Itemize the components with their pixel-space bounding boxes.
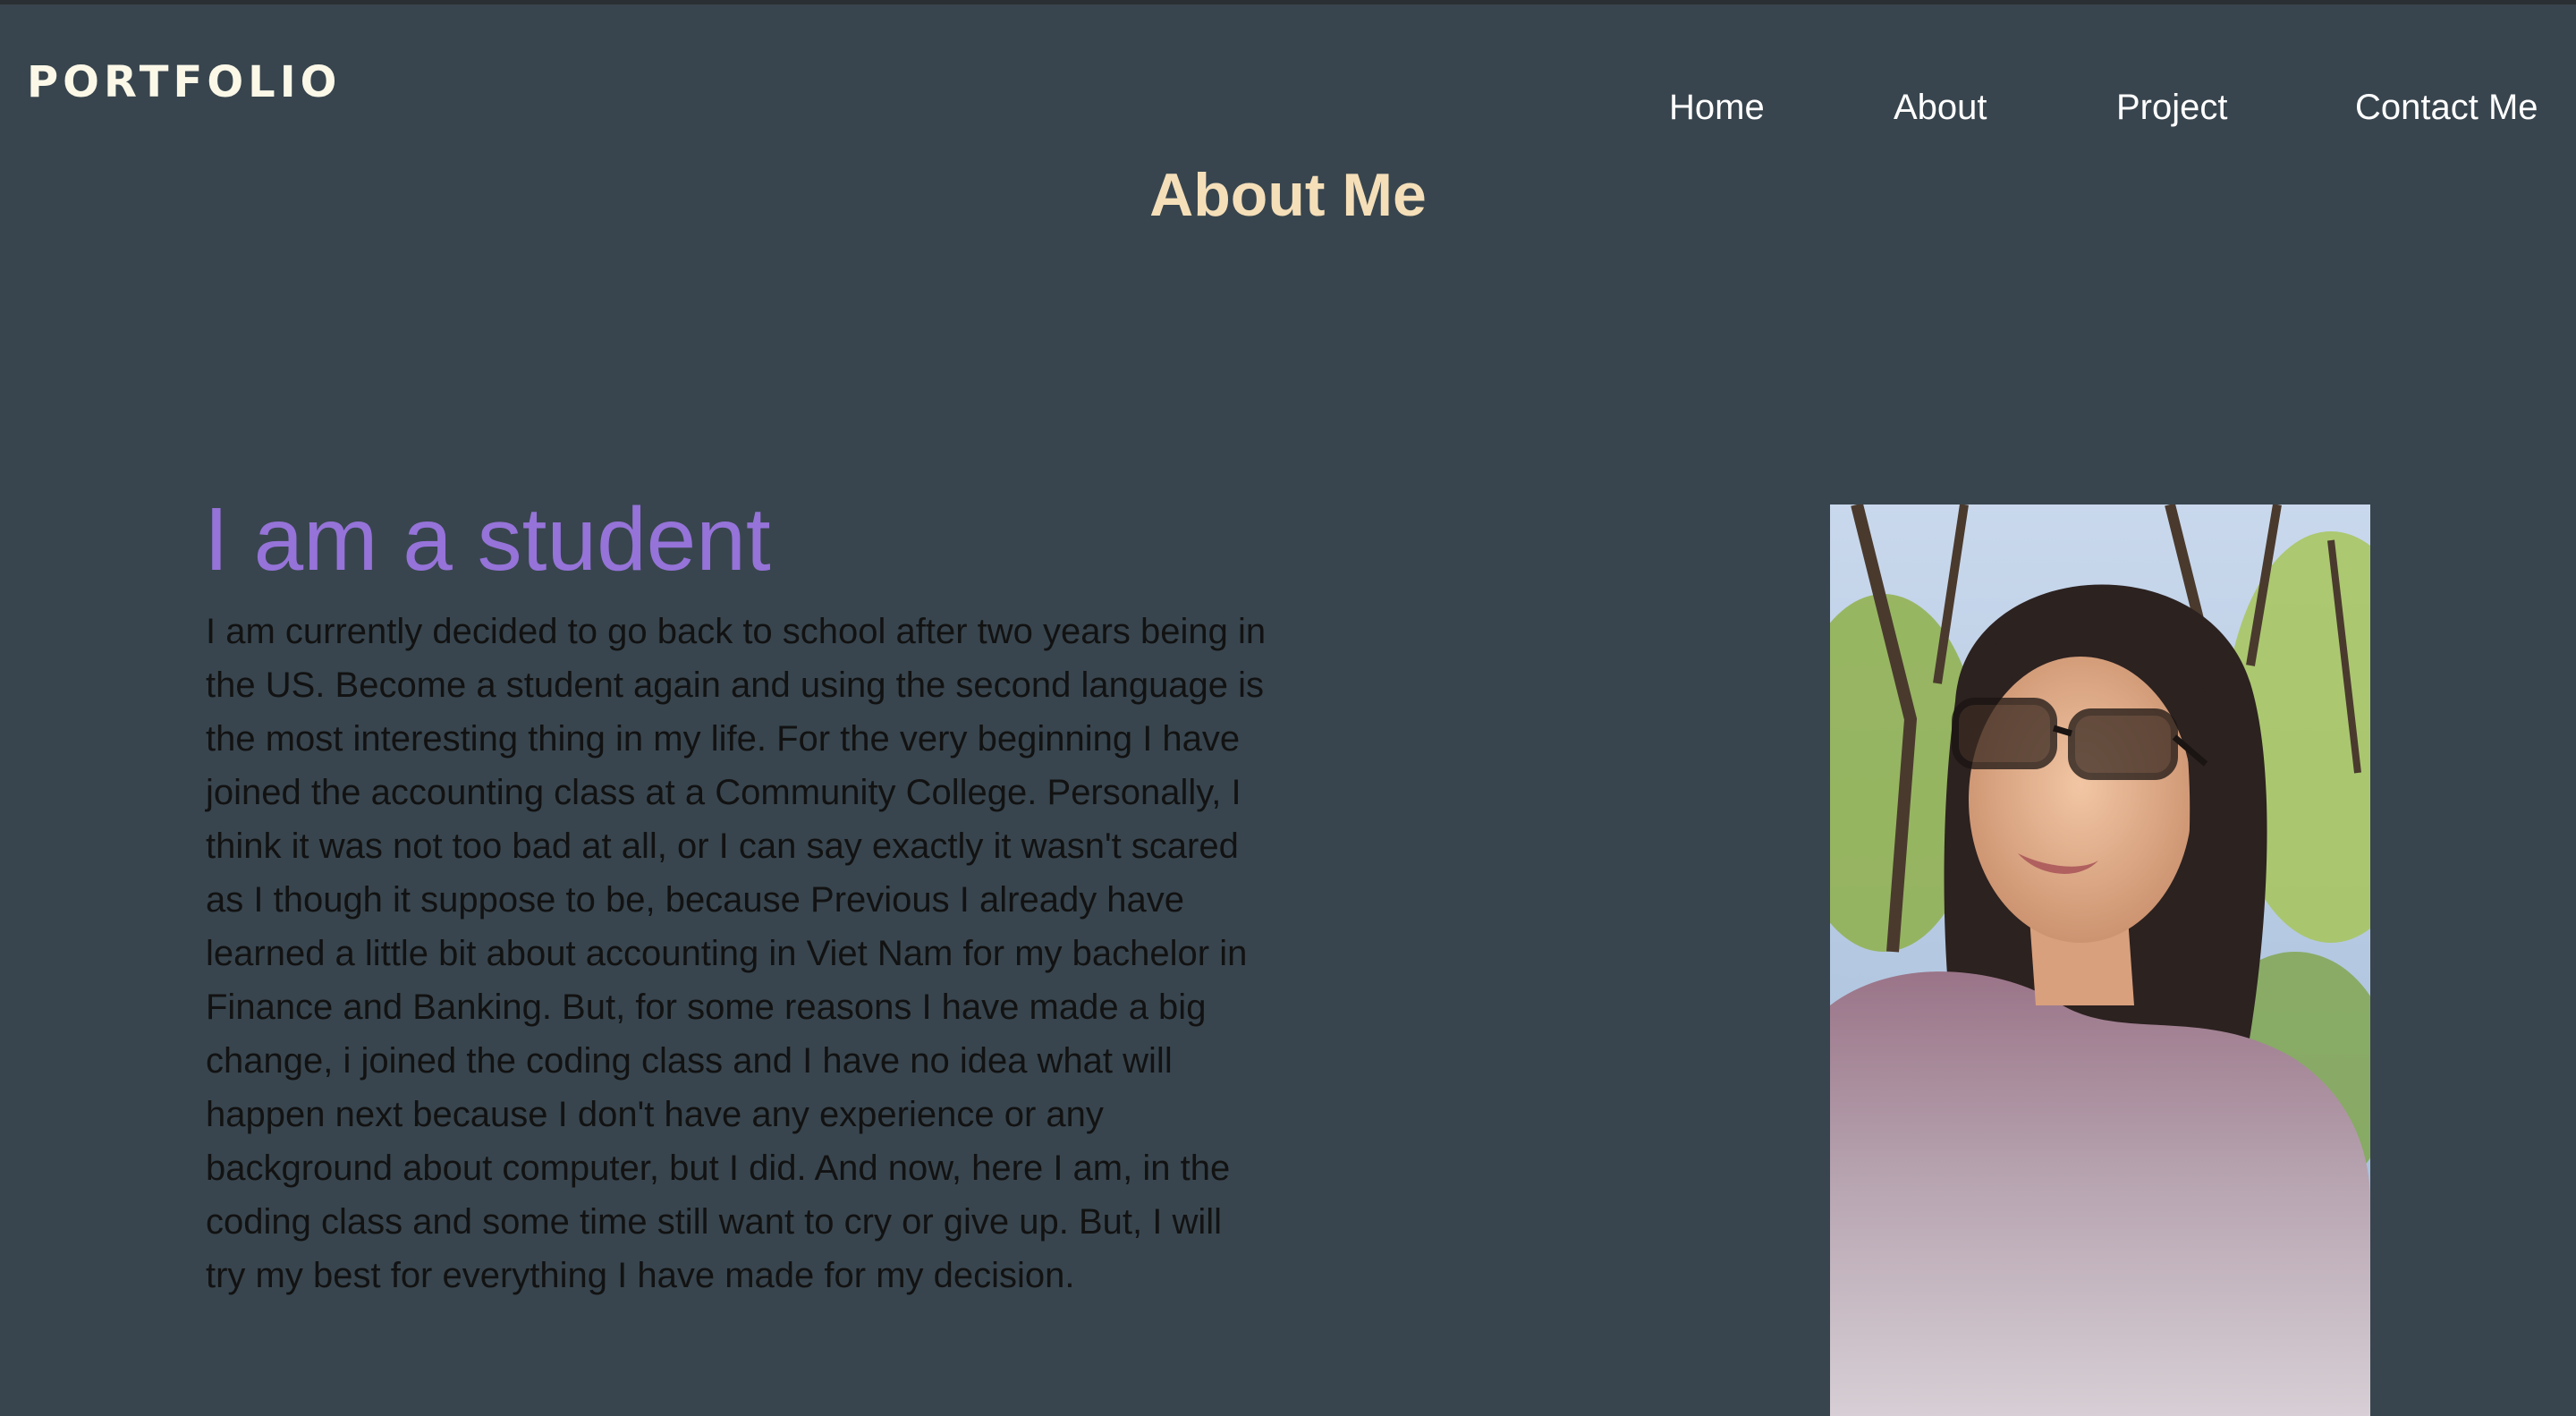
profile-photo: [1830, 505, 2370, 1416]
nav-home[interactable]: Home: [1669, 86, 1765, 129]
page-title: About Me: [1149, 161, 1427, 229]
main-nav: Home About Project Contact Me: [0, 86, 2576, 140]
nav-project[interactable]: Project: [2116, 86, 2228, 129]
nav-about[interactable]: About: [1894, 86, 1987, 129]
section-heading: I am a student: [204, 489, 771, 589]
bio-paragraph: I am currently decided to go back to sch…: [206, 612, 1267, 1295]
top-border: [0, 0, 2576, 4]
nav-contact-me[interactable]: Contact Me: [2355, 86, 2538, 129]
